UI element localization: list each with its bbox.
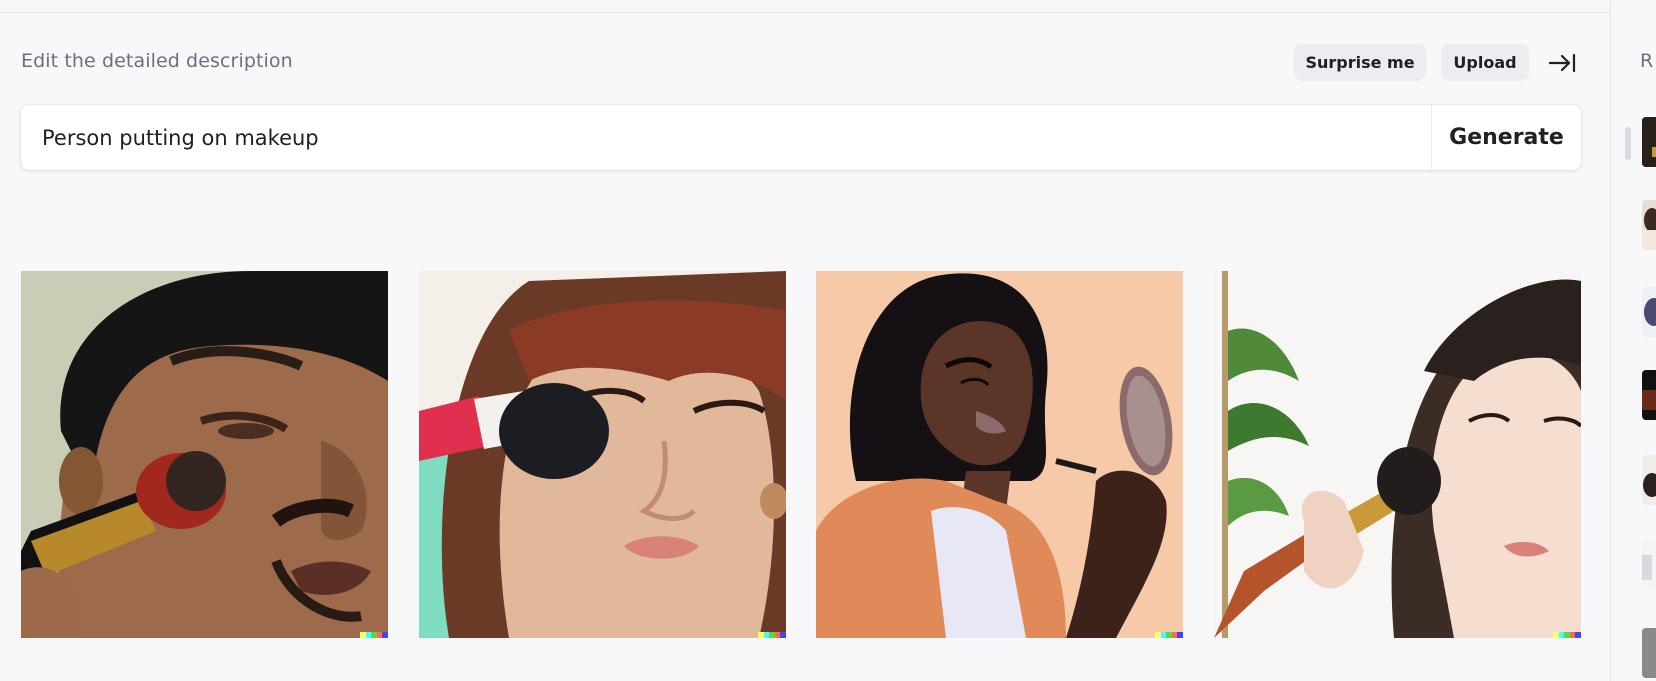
history-thumbnail[interactable] [1642, 370, 1656, 420]
history-thumbnail[interactable] [1642, 540, 1656, 590]
sidebar-title: R [1640, 50, 1654, 72]
surprise-me-button[interactable]: Surprise me [1294, 44, 1426, 81]
upload-button[interactable]: Upload [1441, 44, 1529, 81]
main-panel: Edit the detailed description Surprise m… [0, 0, 1610, 681]
generate-button[interactable]: Generate [1431, 105, 1581, 170]
generated-image [1214, 271, 1581, 638]
sidebar-scrollbar[interactable] [1625, 127, 1631, 160]
prompt-bar: Generate [21, 105, 1581, 170]
history-thumbnail[interactable] [1642, 287, 1656, 337]
history-thumbnail[interactable] [1642, 455, 1656, 505]
signature-strip [1553, 632, 1581, 638]
generated-image [419, 271, 786, 638]
signature-strip [1155, 632, 1183, 638]
result-image-3[interactable] [816, 271, 1183, 638]
result-image-2[interactable] [419, 271, 786, 638]
generated-image [21, 271, 388, 638]
generated-image [816, 271, 1183, 638]
collapse-history-button[interactable] [1545, 48, 1579, 78]
result-image-1[interactable] [21, 271, 388, 638]
result-image-4[interactable] [1214, 271, 1581, 638]
history-thumbnail[interactable] [1642, 200, 1656, 250]
prompt-input[interactable] [21, 105, 1431, 170]
signature-strip [360, 632, 388, 638]
history-sidebar: R [1610, 0, 1656, 681]
arrow-to-right-icon [1548, 53, 1576, 73]
history-thumbnail[interactable] [1642, 628, 1656, 678]
signature-strip [758, 632, 786, 638]
history-thumbnail[interactable] [1642, 117, 1656, 167]
edit-description-label: Edit the detailed description [21, 50, 293, 72]
